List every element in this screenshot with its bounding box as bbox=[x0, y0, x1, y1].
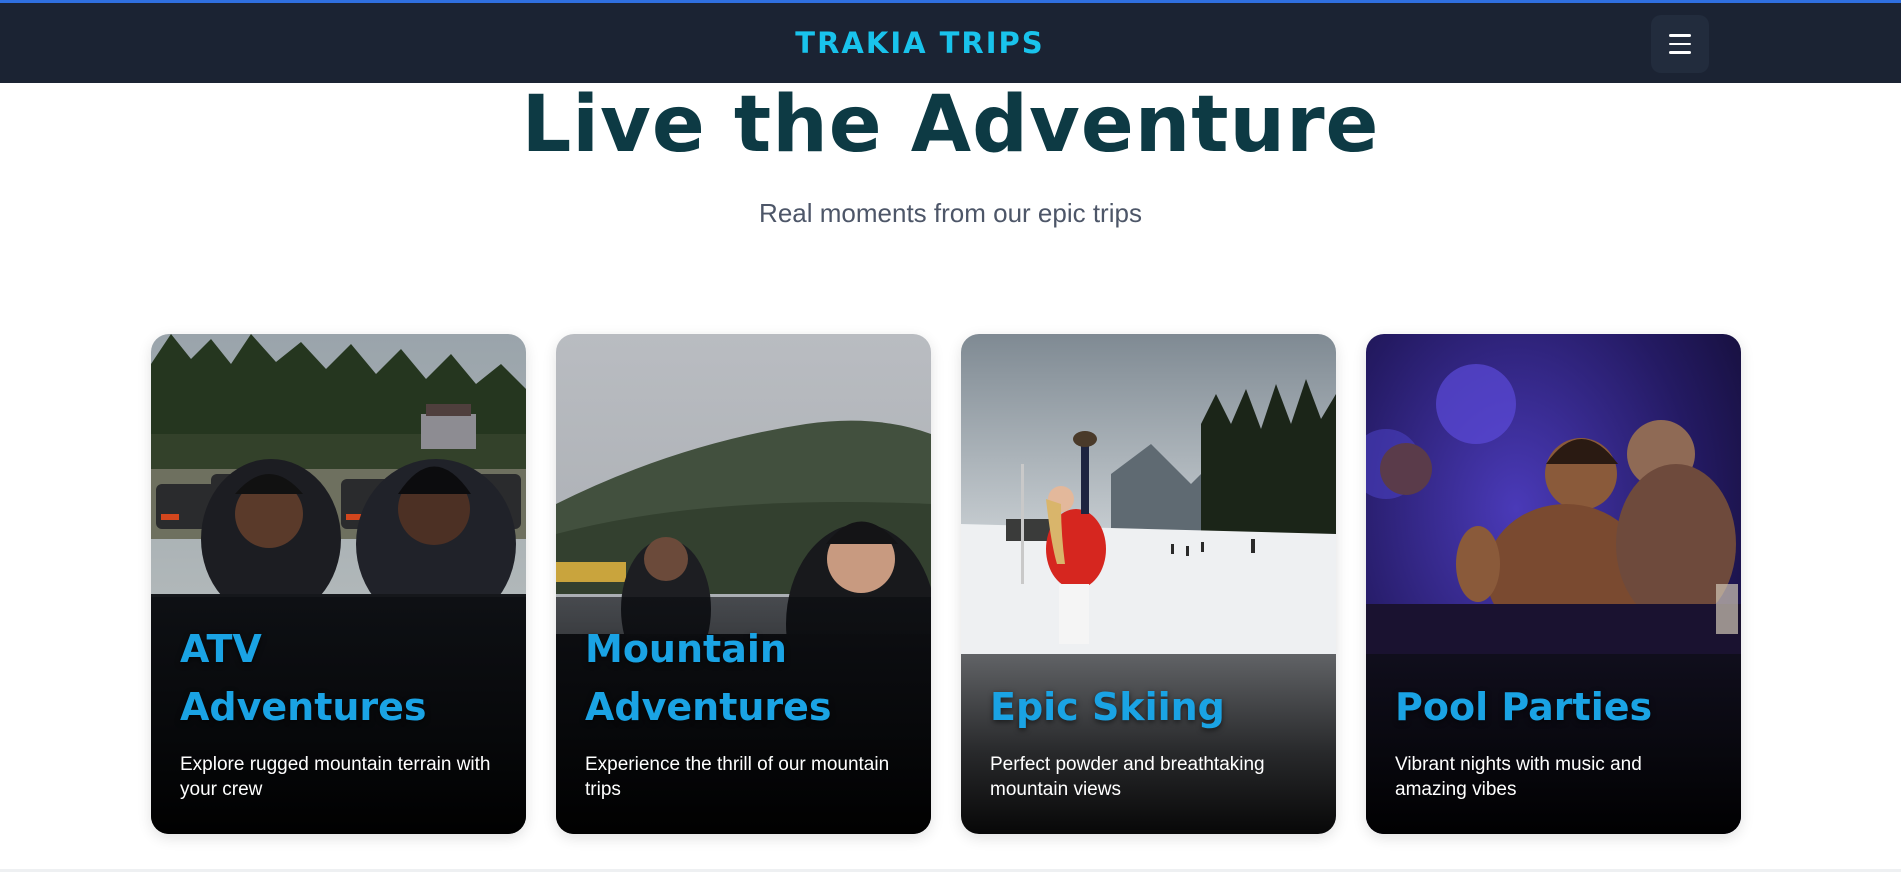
card-title-line: Epic Skiing bbox=[990, 685, 1225, 729]
card-content: Mountain Adventures Experience the thril… bbox=[585, 620, 902, 802]
hero-subtitle: Real moments from our epic trips bbox=[759, 198, 1142, 228]
card-title: Epic Skiing bbox=[990, 678, 1307, 736]
card-content: Epic Skiing Perfect powder and breathtak… bbox=[990, 678, 1307, 802]
card-title-line: ATV bbox=[180, 627, 262, 671]
card-epic-skiing[interactable]: Epic Skiing Perfect powder and breathtak… bbox=[961, 334, 1336, 834]
card-title-line: Adventures bbox=[585, 685, 832, 729]
hamburger-menu-icon-bar bbox=[1669, 42, 1691, 46]
card-atv-adventures[interactable]: ATV Adventures Explore rugged mountain t… bbox=[151, 334, 526, 834]
card-pool-parties[interactable]: Pool Parties Vibrant nights with music a… bbox=[1366, 334, 1741, 834]
card-title-line: Adventures bbox=[180, 685, 427, 729]
card-description: Perfect powder and breathtaking mountain… bbox=[990, 754, 1265, 800]
brand-logo-text[interactable]: TRAKIA TRIPS bbox=[0, 3, 1840, 83]
card-title: ATV Adventures bbox=[180, 620, 497, 736]
hamburger-menu-icon-bar bbox=[1669, 51, 1691, 54]
card-content: Pool Parties Vibrant nights with music a… bbox=[1395, 678, 1712, 802]
card-mountain-adventures[interactable]: Mountain Adventures Experience the thril… bbox=[556, 334, 931, 834]
hamburger-menu-icon bbox=[1669, 34, 1691, 37]
card-title: Mountain Adventures bbox=[585, 620, 902, 736]
hero-title: Live the Adventure bbox=[521, 80, 1380, 170]
card-description: Vibrant nights with music and amazing vi… bbox=[1395, 754, 1642, 800]
card-title-line: Pool Parties bbox=[1395, 685, 1653, 729]
card-title: Pool Parties bbox=[1395, 678, 1712, 736]
navbar: TRAKIA TRIPS bbox=[0, 3, 1901, 83]
card-description: Explore rugged mountain terrain with you… bbox=[180, 754, 491, 800]
hamburger-menu-button[interactable] bbox=[1651, 15, 1709, 73]
card-title-line: Mountain bbox=[585, 627, 787, 671]
card-description: Experience the thrill of our mountain tr… bbox=[585, 754, 890, 800]
card-content: ATV Adventures Explore rugged mountain t… bbox=[180, 620, 497, 802]
